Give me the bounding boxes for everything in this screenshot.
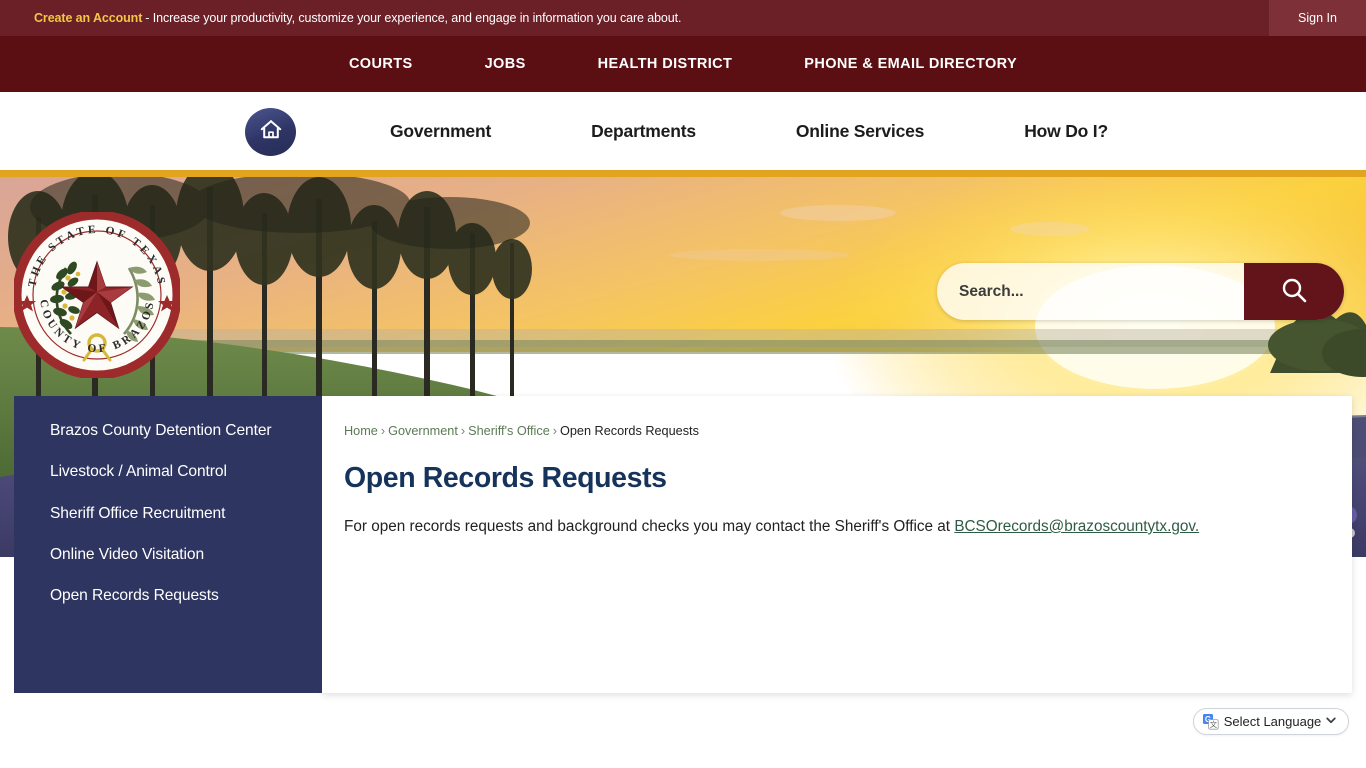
breadcrumb-separator: › xyxy=(460,424,466,438)
sidebar-item-sheriff-office-recruitment[interactable]: Sheriff Office Recruitment xyxy=(14,493,322,534)
body-paragraph-prefix: For open records requests and background… xyxy=(344,518,955,535)
nav-item-jobs[interactable]: JOBS xyxy=(449,56,562,72)
email-link[interactable]: BCSOrecords@brazoscountytx.gov. xyxy=(954,518,1199,535)
svg-text:文: 文 xyxy=(1210,720,1218,729)
nav-item-health-district[interactable]: HEALTH DISTRICT xyxy=(562,56,769,72)
breadcrumb: Home › Government › Sheriff's Office › Open Re… xyxy=(344,424,699,438)
breadcrumb-item-sheriffs-office[interactable]: Sheriff's Office xyxy=(468,424,550,438)
nav-item-government[interactable]: Government xyxy=(340,121,541,142)
top-bar-message: Create an Account - Increase your produc… xyxy=(34,0,681,36)
search-icon xyxy=(1280,276,1308,307)
breadcrumb-item-government[interactable]: Government xyxy=(388,424,458,438)
section-sidebar: Brazos County Detention Center Livestock… xyxy=(14,396,322,693)
page-title: Open Records Requests xyxy=(344,462,667,494)
breadcrumb-separator: › xyxy=(380,424,386,438)
search-button[interactable] xyxy=(1244,263,1344,320)
create-account-link[interactable]: Create an Account xyxy=(34,11,142,25)
home-button[interactable] xyxy=(245,108,296,156)
top-bar-tagline: - Increase your productivity, customize … xyxy=(145,11,682,25)
top-account-bar: Create an Account - Increase your produc… xyxy=(0,0,1366,36)
breadcrumb-item-current: Open Records Requests xyxy=(560,424,699,438)
search-input[interactable] xyxy=(937,264,1244,319)
chevron-down-icon xyxy=(1325,713,1337,731)
sidebar-item-open-records-requests[interactable]: Open Records Requests xyxy=(14,575,322,616)
nav-item-phone-email-directory[interactable]: PHONE & EMAIL DIRECTORY xyxy=(768,56,1053,72)
nav-item-how-do-i[interactable]: How Do I? xyxy=(974,121,1158,142)
breadcrumb-separator: › xyxy=(552,424,557,438)
home-icon xyxy=(259,118,283,146)
gold-divider-bar xyxy=(0,170,1366,177)
language-selector[interactable]: G 文 Select Language xyxy=(1193,708,1349,735)
sidebar-item-online-video-visitation[interactable]: Online Video Visitation xyxy=(14,534,322,575)
sign-in-button[interactable]: Sign In xyxy=(1269,0,1366,36)
nav-item-online-services[interactable]: Online Services xyxy=(746,121,974,142)
main-navigation-links: Government Departments Online Services H… xyxy=(340,92,1158,170)
county-seal-logo: THE STATE OF TEXAS COUNTY OF BRAZOS xyxy=(14,212,180,378)
breadcrumb-item-home[interactable]: Home xyxy=(344,424,378,438)
content-card: Home › Government › Sheriff's Office › Open Re… xyxy=(322,396,1352,693)
sidebar-item-livestock-animal-control[interactable]: Livestock / Animal Control xyxy=(14,451,322,492)
site-search xyxy=(937,263,1344,320)
secondary-navigation: COURTS JOBS HEALTH DISTRICT PHONE & EMAI… xyxy=(0,36,1366,92)
sidebar-item-brazos-county-detention-center[interactable]: Brazos County Detention Center xyxy=(14,410,322,451)
page-body-text: For open records requests and background… xyxy=(344,516,1199,538)
google-translate-icon: G 文 xyxy=(1203,713,1219,730)
nav-item-courts[interactable]: COURTS xyxy=(313,56,449,72)
language-selector-label: Select Language xyxy=(1223,714,1322,729)
nav-item-departments[interactable]: Departments xyxy=(541,121,746,142)
